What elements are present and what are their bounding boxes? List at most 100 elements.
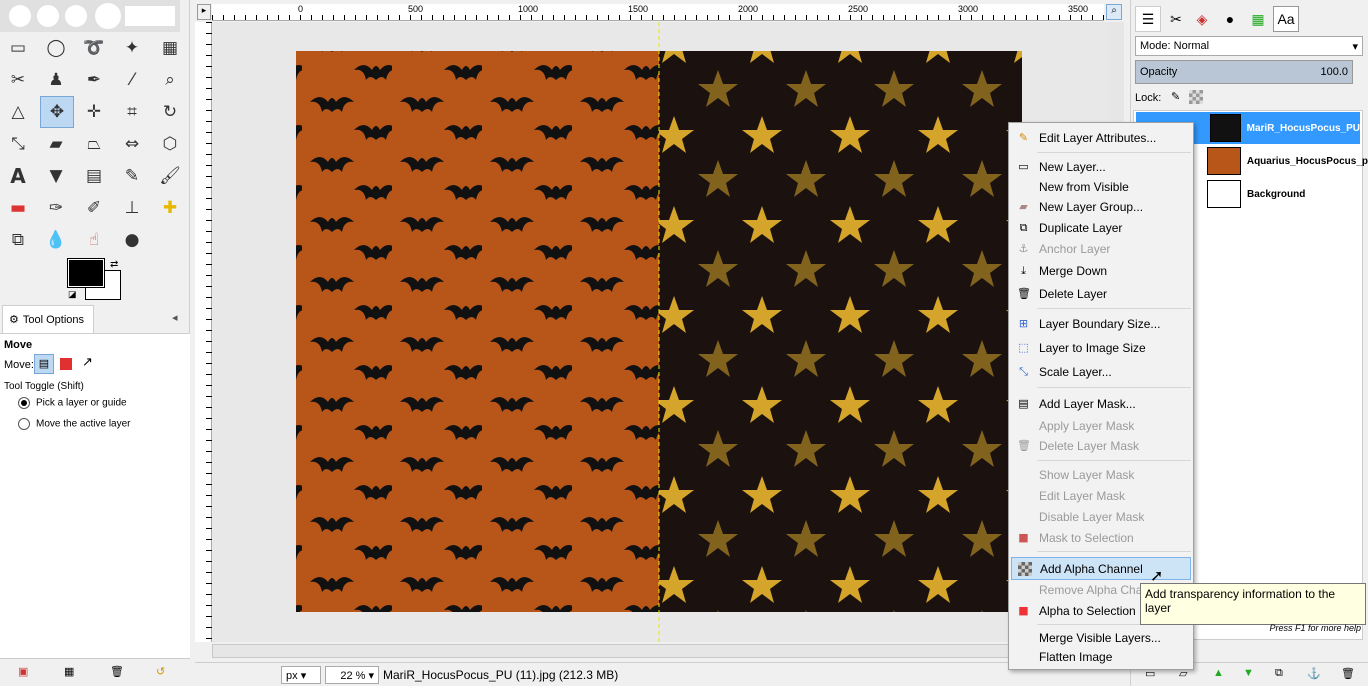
smudge-icon[interactable]: ☝ xyxy=(80,226,108,254)
menu-item[interactable]: ✎ Edit Layer Attributes... xyxy=(1009,128,1193,148)
zoom-fit-icon[interactable]: ⌕ xyxy=(1106,4,1122,20)
perspective-clone-icon[interactable]: ⧉ xyxy=(4,226,32,254)
foreground-color-swatch[interactable] xyxy=(67,258,105,288)
rotate-icon[interactable]: ↻ xyxy=(156,98,184,126)
eraser-icon[interactable]: ▬ xyxy=(4,194,32,222)
flip-icon[interactable]: ⇔ xyxy=(118,130,146,158)
radio-pick-layer[interactable] xyxy=(18,397,30,409)
airbrush-icon[interactable]: ✑ xyxy=(42,194,70,222)
duplicate-layer-icon[interactable]: ⧉ xyxy=(1275,667,1283,680)
ruler-left-ticks xyxy=(206,22,212,642)
layers-tab-icon[interactable]: ☰ xyxy=(1135,6,1161,32)
menu-item-label: Alpha to Selection xyxy=(1039,604,1136,618)
image-canvas[interactable] xyxy=(212,22,1112,642)
channels-tab-icon[interactable]: ✂ xyxy=(1163,6,1189,32)
menu-item[interactable]: Show Layer Mask xyxy=(1009,465,1193,485)
menu-item[interactable]: ▤ Add Layer Mask... xyxy=(1009,394,1193,414)
menu-item[interactable]: Apply Layer Mask xyxy=(1009,416,1193,436)
shear-icon[interactable]: ▰ xyxy=(42,130,70,158)
fuzzy-select-icon[interactable]: ✦ xyxy=(118,34,146,62)
clone-icon[interactable]: ⊥ xyxy=(118,194,146,222)
menu-item[interactable]: ⤓ Merge Down xyxy=(1009,261,1193,281)
menu-item[interactable]: Edit Layer Mask xyxy=(1009,486,1193,506)
brushes-tab-icon[interactable]: ● xyxy=(1217,6,1243,32)
menu-item[interactable]: 🗑 Delete Layer Mask xyxy=(1009,436,1193,456)
save-preset-icon[interactable]: ▣ xyxy=(18,665,28,678)
menu-item[interactable]: ⧉ Duplicate Layer xyxy=(1009,218,1193,238)
color-picker-icon[interactable]: ⁄ xyxy=(118,66,146,94)
layer-mode-select[interactable]: Mode: Normal ▾ xyxy=(1135,36,1363,56)
layer-row[interactable]: Aquarius_HocusPocus_p xyxy=(1207,145,1368,177)
lock-pixels-icon[interactable]: ✎ xyxy=(1171,90,1180,103)
ink-icon[interactable]: ✐ xyxy=(80,194,108,222)
dodge-burn-icon[interactable]: ● xyxy=(118,226,146,254)
move-path-icon[interactable]: ↗ xyxy=(82,354,93,370)
foreground-select-icon[interactable]: ♟ xyxy=(42,66,70,94)
toolbox-footer: ▣ ▦ 🗑 ↺ xyxy=(0,658,190,686)
delete-preset-icon[interactable]: 🗑 xyxy=(110,665,124,678)
scissors-icon[interactable]: ✂ xyxy=(4,66,32,94)
menu-item[interactable]: ⊞ Layer Boundary Size... xyxy=(1009,314,1193,334)
free-select-icon[interactable]: ➰ xyxy=(80,34,108,62)
fonts-tab-icon[interactable]: Aa xyxy=(1273,6,1299,32)
menu-item[interactable]: ⬚ Layer to Image Size xyxy=(1009,338,1193,358)
menu-item[interactable]: ⚓ Anchor Layer xyxy=(1009,239,1193,259)
layer-row[interactable]: Background xyxy=(1207,178,1368,210)
perspective-icon[interactable]: ⏢ xyxy=(80,130,108,158)
heal-icon[interactable]: ✚ xyxy=(156,194,184,222)
horizontal-scrollbar[interactable] xyxy=(212,644,1012,658)
paths-tab-icon[interactable]: ◈ xyxy=(1189,6,1215,32)
default-colors-icon[interactable]: ◪ xyxy=(68,289,77,300)
cage-icon[interactable]: ⬡ xyxy=(156,130,184,158)
quickmask-toggle-icon[interactable]: ▸ xyxy=(197,4,211,20)
anchor-layer-icon[interactable]: ⚓ xyxy=(1307,667,1321,680)
menu-item[interactable]: Flatten Image xyxy=(1009,647,1193,667)
lower-layer-icon[interactable]: ▼ xyxy=(1243,667,1254,679)
reset-preset-icon[interactable]: ↺ xyxy=(156,665,165,678)
scale-icon[interactable]: ⤡ xyxy=(4,130,32,158)
menu-item[interactable]: Disable Layer Mask xyxy=(1009,507,1193,527)
opacity-slider[interactable]: Opacity 100.0 xyxy=(1135,60,1353,84)
zoom-select[interactable]: 22 % ▾ xyxy=(325,666,379,684)
move-tool-icon[interactable]: ✥ xyxy=(40,96,74,128)
delete-layer-icon[interactable]: 🗑 xyxy=(1341,667,1355,680)
crop-icon[interactable]: ⌗ xyxy=(118,98,146,126)
tool-options-tabbar: ⚙ Tool Options ◂ xyxy=(0,305,190,333)
menu-item[interactable]: ▰ New Layer Group... xyxy=(1009,197,1193,217)
option-pick-layer[interactable]: Pick a layer or guide xyxy=(18,397,127,409)
raise-layer-icon[interactable]: ▲ xyxy=(1213,667,1224,679)
menu-item[interactable]: ⤡ Scale Layer... xyxy=(1009,362,1193,382)
color-select-icon[interactable]: ▦ xyxy=(156,34,184,62)
patterns-tab-icon[interactable]: ▦ xyxy=(1245,6,1271,32)
paths-icon[interactable]: ✒ xyxy=(80,66,108,94)
canvas-area[interactable] xyxy=(212,22,1112,642)
move-selection-icon[interactable] xyxy=(60,358,72,370)
text-tool-icon[interactable]: A xyxy=(4,162,32,190)
unit-select[interactable]: px ▾ xyxy=(281,666,321,684)
tab-tool-options[interactable]: ⚙ Tool Options xyxy=(2,305,94,333)
gradient-icon[interactable]: ▤ xyxy=(80,162,108,190)
panel-menu-icon[interactable]: ◂ xyxy=(172,311,178,324)
ellipse-select-icon[interactable]: ◯ xyxy=(42,34,70,62)
rect-select-icon[interactable]: ▭ xyxy=(4,34,32,62)
bucket-fill-icon[interactable]: ▼ xyxy=(42,162,70,190)
radio-move-active[interactable] xyxy=(18,418,30,430)
menu-item[interactable]: ■ Mask to Selection xyxy=(1009,528,1193,548)
paintbrush-icon[interactable]: 🖌 xyxy=(156,162,184,190)
move-layer-icon[interactable]: ▤ xyxy=(34,354,54,374)
lock-alpha-icon[interactable] xyxy=(1189,90,1203,104)
fit-icon: ⬚ xyxy=(1018,341,1029,354)
menu-item[interactable]: 🗑 Delete Layer xyxy=(1009,284,1193,304)
align-icon[interactable]: ✛ xyxy=(80,98,108,126)
zoom-icon[interactable]: ⌕ xyxy=(156,66,184,94)
measure-icon[interactable]: △ xyxy=(4,98,32,126)
pencil-icon[interactable]: ✎ xyxy=(118,162,146,190)
restore-preset-icon[interactable]: ▦ xyxy=(64,665,74,678)
menu-item-add-alpha[interactable]: Add Alpha Channel xyxy=(1011,557,1191,580)
blur-icon[interactable]: 💧 xyxy=(42,226,70,254)
swap-colors-icon[interactable]: ⇄ xyxy=(110,259,118,270)
menu-item[interactable]: ▭ New Layer... xyxy=(1009,157,1193,177)
option-move-active[interactable]: Move the active layer xyxy=(18,418,131,430)
folder-icon: ▰ xyxy=(1019,200,1028,213)
menu-item[interactable]: New from Visible xyxy=(1009,177,1193,197)
